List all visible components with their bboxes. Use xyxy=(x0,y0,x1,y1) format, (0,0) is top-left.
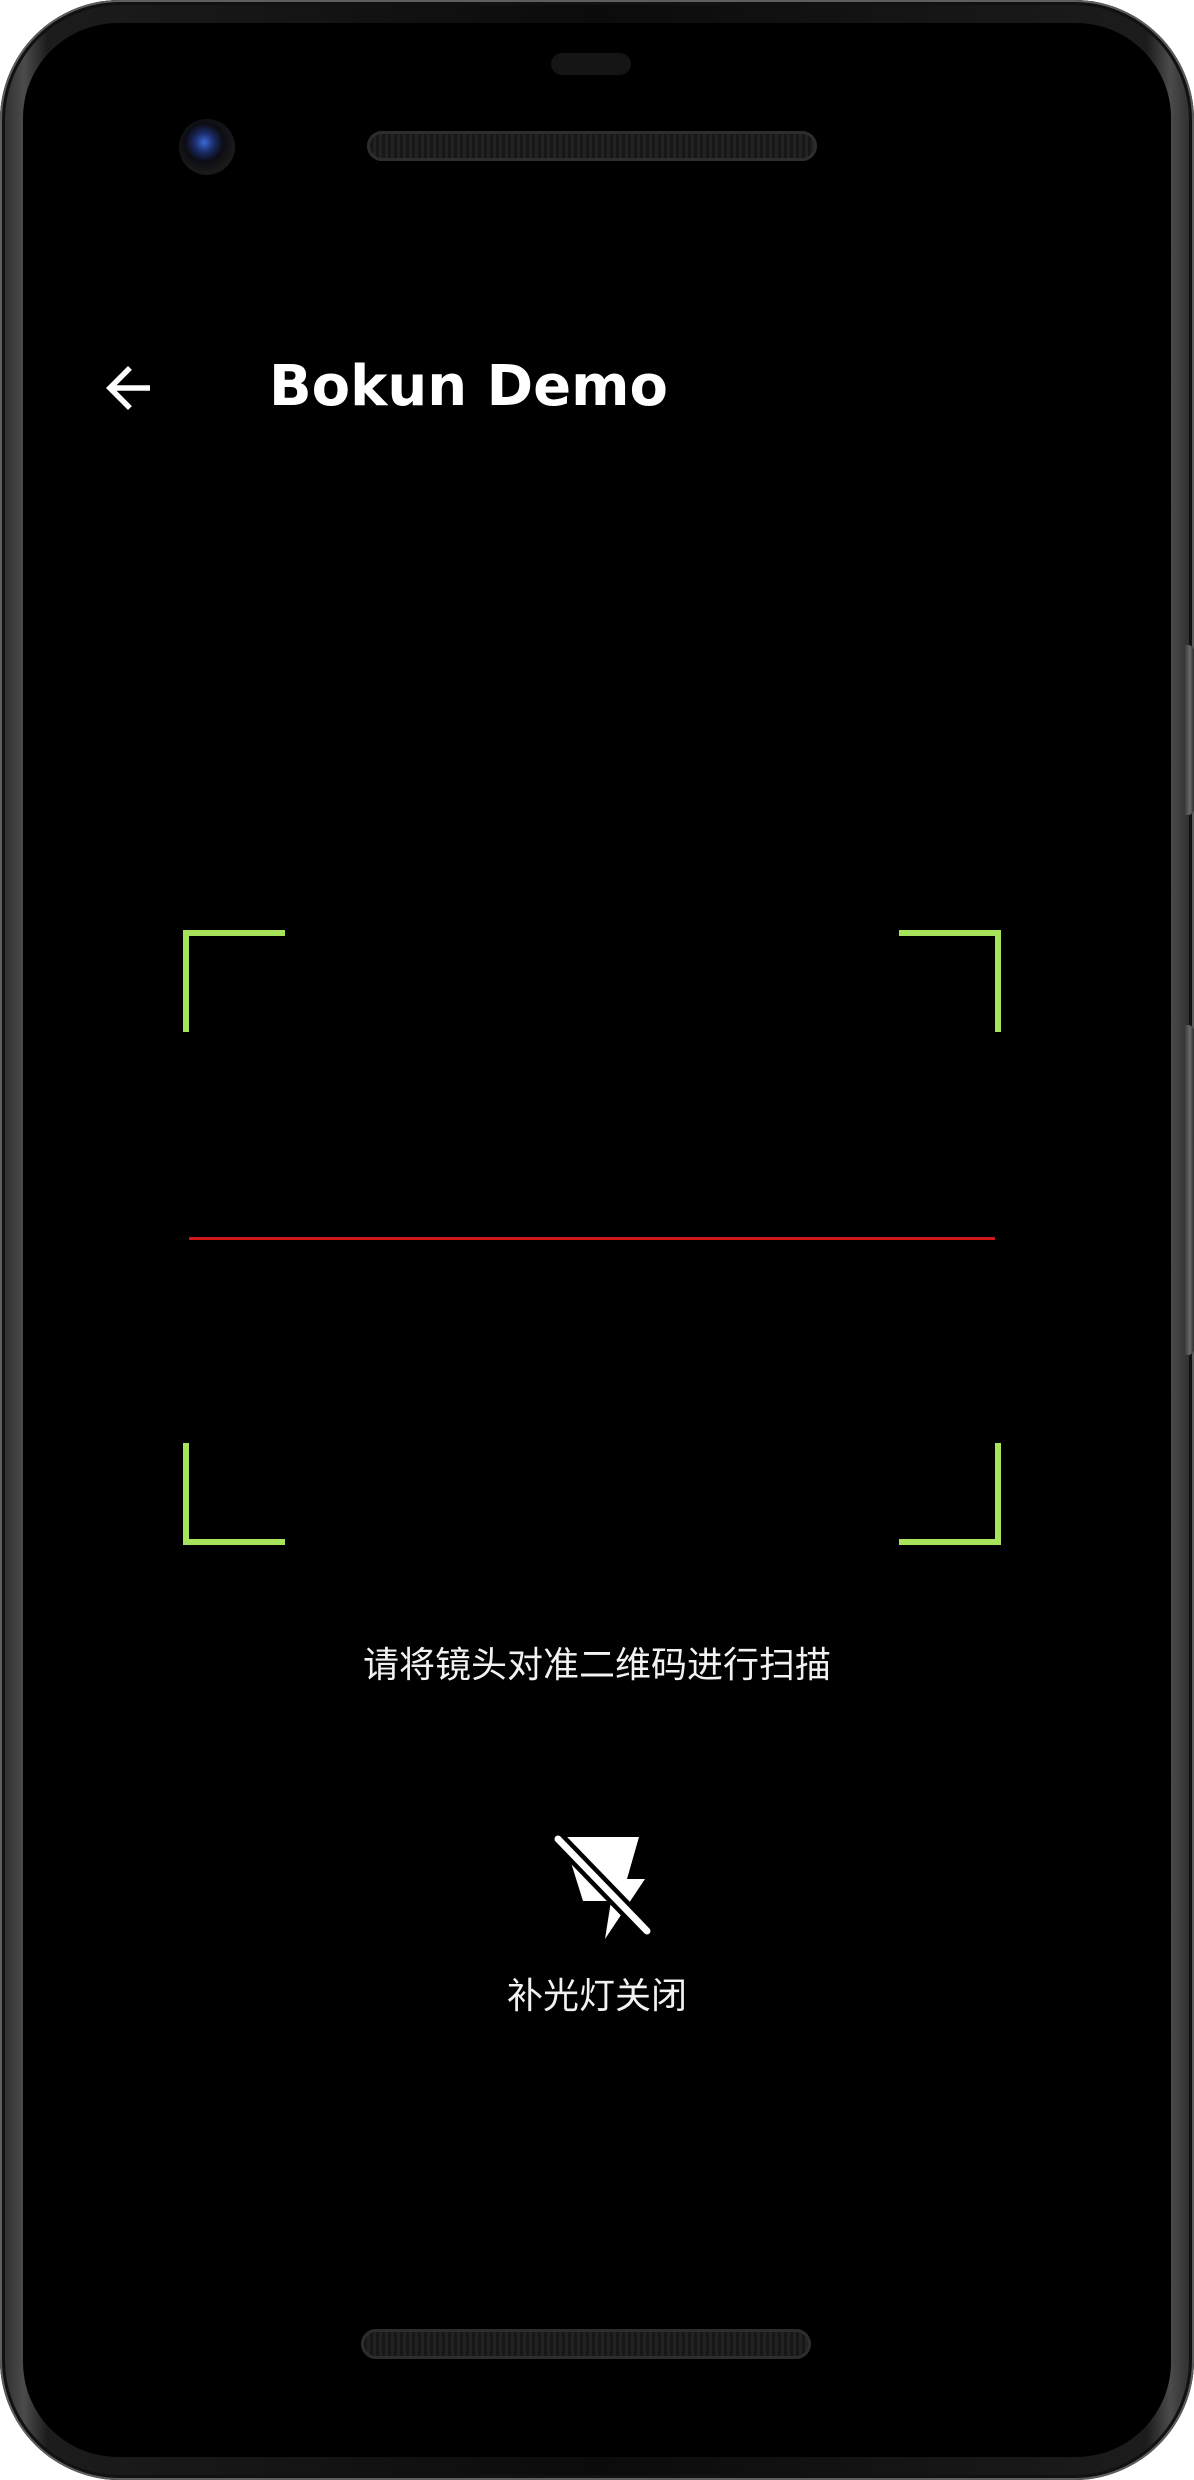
scan-corner-bottom-right xyxy=(899,1443,1001,1545)
scan-corner-bottom-left xyxy=(183,1443,285,1545)
earpiece-slot xyxy=(551,53,631,75)
scan-corner-top-left xyxy=(183,930,285,1032)
power-button xyxy=(1184,645,1194,815)
phone-screen: Bokun Demo 请将镜头对准二维码进行扫描 补光灯关闭 xyxy=(23,23,1171,2457)
device-mockup: Bokun Demo 请将镜头对准二维码进行扫描 补光灯关闭 xyxy=(0,0,1194,2480)
arrow-left-icon xyxy=(106,366,150,410)
scan-line xyxy=(189,1237,995,1240)
flash-toggle-button[interactable]: 补光灯关闭 xyxy=(457,1823,737,2053)
back-button[interactable] xyxy=(95,355,161,421)
scan-frame xyxy=(183,930,1001,1545)
bottom-speaker-grill xyxy=(361,2329,811,2359)
scan-corner-top-right xyxy=(899,930,1001,1032)
top-speaker-grill xyxy=(367,131,817,161)
front-camera xyxy=(179,119,235,175)
volume-button xyxy=(1184,1025,1194,1355)
app-toolbar: Bokun Demo xyxy=(23,333,1171,443)
flash-off-icon xyxy=(549,1827,653,1947)
flash-status-label: 补光灯关闭 xyxy=(506,1976,687,2017)
page-title: Bokun Demo xyxy=(269,354,668,419)
scan-hint-text: 请将镜头对准二维码进行扫描 xyxy=(362,1645,831,1686)
